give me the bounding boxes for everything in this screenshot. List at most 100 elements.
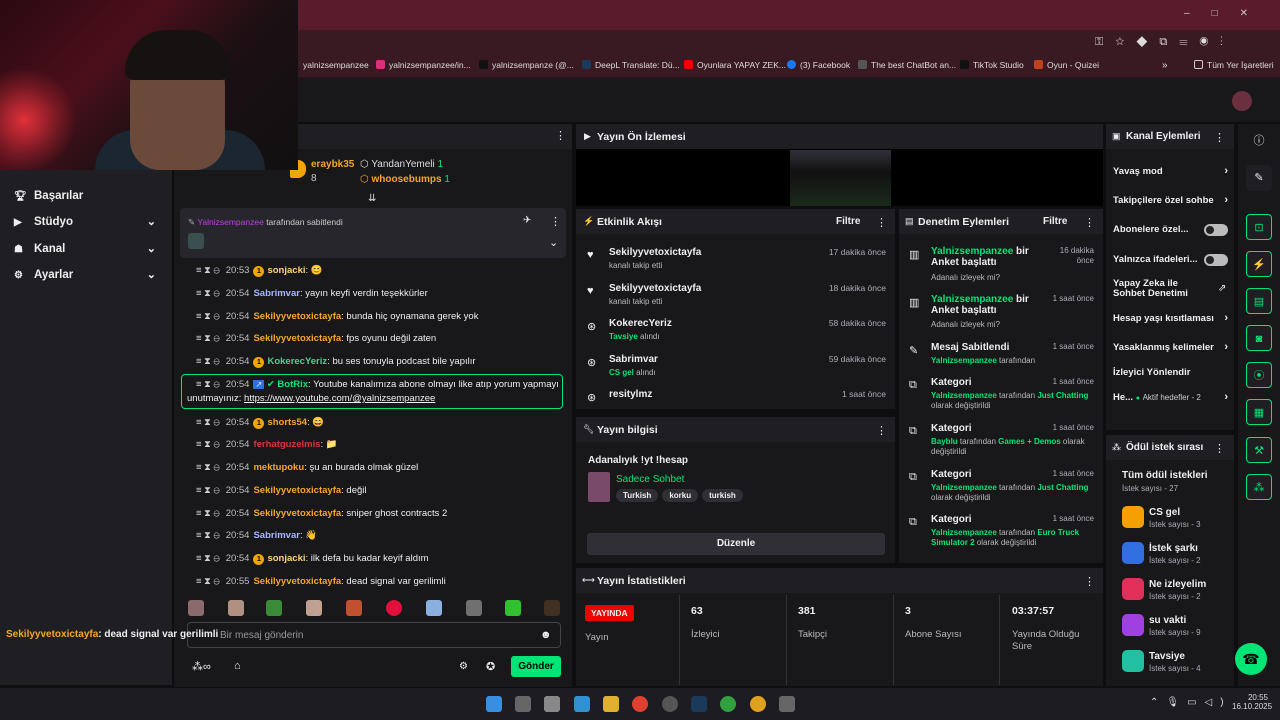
chat-message[interactable]: ≡ ⧗ ⊖ 20:54 mektupoku: şu an burada olmak … <box>192 462 562 473</box>
broadcast-icon[interactable]: ⦿ <box>1246 362 1272 388</box>
chat-message[interactable]: ≡ ⧗ ⊖ 20:54 Sekilyyvetoxictayfa: sniper gh… <box>192 508 562 519</box>
toggle[interactable] <box>1204 254 1228 266</box>
chrome-icon[interactable] <box>750 696 766 712</box>
chat-message[interactable]: ≡ ⧗ ⊖ 20:55 Sekilyyvetoxictayfa: dead sign… <box>192 576 562 587</box>
note-icon[interactable]: ▤ <box>1246 288 1272 314</box>
nav-settings[interactable]: ⚙ Ayarlar ⌄ <box>14 269 164 281</box>
chat-message[interactable]: ≡ ⧗ ⊖ 20:54 Sekilyyvetoxictayfa: değil <box>192 485 562 496</box>
windows-start-icon[interactable] <box>486 696 502 712</box>
emote-icon[interactable] <box>505 600 521 616</box>
leaderboard-user[interactable]: eraybk35 <box>311 159 354 170</box>
mod-item[interactable]: ▥ Yalnizsempanzee bir Anket başlattı Adana… <box>906 294 1098 334</box>
chat-message[interactable]: ≡ ⧗ ⊖ 20:54 ferhatguzelmis: 📁 <box>192 439 562 450</box>
tag[interactable]: turkish <box>702 489 743 502</box>
nav-achievements[interactable]: 🏆︎ Başarılar <box>14 190 164 202</box>
task-view-icon[interactable] <box>515 696 531 712</box>
emote-icon[interactable] <box>306 600 322 616</box>
chevron-down-icon[interactable]: ⌄ <box>549 236 558 249</box>
store-icon[interactable] <box>574 696 590 712</box>
gear-icon[interactable]: ⚙ <box>459 661 468 672</box>
bookmark-item[interactable]: TikTok Studio <box>960 60 1024 70</box>
pinned-message[interactable] <box>180 208 566 258</box>
bookmark-item[interactable]: Oyunlara YAPAY ZEK... <box>684 60 786 70</box>
rewards-menu-icon[interactable]: ⋮ <box>1214 442 1225 455</box>
slow-mode[interactable]: Yavaş mod › <box>1113 165 1228 177</box>
bookmark-item[interactable]: yalnizsempanze (@... <box>479 60 574 70</box>
scroll-down-icon[interactable]: ⇊ <box>368 193 376 204</box>
ai-moderation[interactable]: Yapay Zeka ile Sohbet Denetimi <box>1113 279 1201 299</box>
followers-only[interactable]: Takipçilere özel sohbe › <box>1113 195 1228 206</box>
nav-channel[interactable]: ☗ Kanal ⌄ <box>14 243 164 255</box>
nav-studio[interactable]: ▶ Stüdyo ⌄ <box>14 216 164 228</box>
emote-icon[interactable] <box>426 600 442 616</box>
window-controls[interactable]: ‒□✕ <box>1184 8 1270 19</box>
pinned-menu-icon[interactable]: ⋮ <box>550 215 561 228</box>
bookmark-item[interactable]: The best ChatBot an... <box>858 60 956 70</box>
app-icon[interactable] <box>544 696 560 712</box>
bookmark-item[interactable]: Oyun - Quizei <box>1034 60 1099 70</box>
stats-menu-icon[interactable]: ⋮ <box>1084 575 1095 588</box>
send-button[interactable]: Gönder <box>511 656 561 677</box>
chrome-icon[interactable] <box>632 696 648 712</box>
support-icon[interactable]: ☎ <box>1235 643 1267 675</box>
chat-message[interactable]: ≡ ⧗ ⊖ 20:54 1 sonjacki: ilk defa bu kadar k… <box>192 553 562 565</box>
mod-item[interactable]: ⧉ Kategori Yalnizsempanzee tarafından Euro… <box>906 514 1098 550</box>
browser-toolbar-icons[interactable]: ⚿☆◆⧉☰◉⋮ <box>1095 36 1235 49</box>
points-icon[interactable]: ⁂∞ <box>192 660 211 673</box>
clock[interactable]: 20:55 16.10.2025 <box>1232 693 1272 711</box>
chat-message[interactable]: ≡ ⧗ ⊖ 20:54 Sabrimvar: yayın keyfi verdin … <box>192 288 562 299</box>
bookmarks-overflow-icon[interactable]: » <box>1162 60 1168 71</box>
chat-message[interactable]: ≡ ⧗ ⊖ 20:53 1 sonjacki: 😊 <box>192 265 562 277</box>
activity-filter-button[interactable]: Filtre <box>836 216 860 227</box>
emote-icon[interactable] <box>386 600 402 616</box>
account-age[interactable]: Hesap yaşı kısıtlaması › <box>1113 312 1228 324</box>
chat-message[interactable]: ≡ ⧗ ⊖ 20:54 Sekilyyvetoxictayfa: fps oyunu… <box>192 333 562 344</box>
chat-menu-icon[interactable]: ⋮ <box>555 129 566 142</box>
avatar[interactable] <box>1232 91 1252 111</box>
edit-button[interactable]: Düzenle <box>587 533 885 555</box>
store-icon[interactable]: ⌂ <box>234 660 241 672</box>
emote-icon[interactable] <box>188 600 204 616</box>
bookmark-item[interactable]: (3) Facebook <box>787 60 850 70</box>
goals[interactable]: He... ● Aktif hedefler - 2 › <box>1113 391 1228 403</box>
info-menu-icon[interactable]: ⋮ <box>876 424 887 437</box>
bot-icon[interactable]: ✪ <box>486 660 495 673</box>
system-tray-icons[interactable]: ⌃🎙︎▭◁) <box>1150 697 1232 708</box>
steam-icon[interactable] <box>691 696 707 712</box>
activity-menu-icon[interactable]: ⋮ <box>876 216 887 229</box>
mod-item[interactable]: ▥ Yalnizsempanzee bir Anket başlattı Adana… <box>906 246 1098 286</box>
tag[interactable]: korku <box>662 489 699 502</box>
youtube-link[interactable]: https://www.youtube.com/@yalnizsempanzee <box>244 393 435 404</box>
preview-video[interactable] <box>790 150 891 206</box>
all-rewards[interactable]: Tüm ödül istekleri <box>1122 470 1208 481</box>
bookmark-item[interactable]: yalnizsempanzee <box>303 60 369 70</box>
wrench-icon[interactable]: ⚒ <box>1246 437 1272 463</box>
mod-filter-button[interactable]: Filtre <box>1043 216 1067 227</box>
app-icon[interactable] <box>779 696 795 712</box>
emote-only[interactable]: Yalnızca ifadeleri... <box>1113 254 1228 266</box>
mod-menu-icon[interactable]: ⋮ <box>1084 216 1095 229</box>
toggle[interactable] <box>1204 224 1228 236</box>
banned-words[interactable]: Yasaklanmış kelimeler › <box>1113 341 1228 353</box>
emoji-icon[interactable]: ☻ <box>540 629 552 641</box>
category-thumbnail[interactable] <box>588 472 610 502</box>
chat-message[interactable]: ≡ ⧗ ⊖ 20:54 1 shorts54: 😄 <box>192 417 562 429</box>
bookmark-item[interactable]: DeepL Translate: Dü... <box>582 60 680 70</box>
mod-item[interactable]: ⧉ Kategori Yalnizsempanzee tarafından Just… <box>906 377 1098 413</box>
all-bookmarks[interactable]: Tüm Yer İşaretleri <box>1194 60 1274 70</box>
unpin-icon[interactable]: ✈ <box>523 215 531 226</box>
lightning-icon[interactable]: ⚡ <box>1246 251 1272 277</box>
chat-message[interactable]: ≡ ⧗ ⊖ 20:54 Sabrimvar: 👋 <box>192 530 562 541</box>
chat-message[interactable]: ≡ ⧗ ⊖ 20:54 1 KokerecYeriz: bu ses tonuyla … <box>192 356 562 368</box>
emote-icon[interactable] <box>228 600 244 616</box>
chat-message[interactable]: ≡ ⧗ ⊖ 20:54 Sekilyyvetoxictayfa: bunda hiç… <box>192 311 562 322</box>
channel-menu-icon[interactable]: ⋮ <box>1214 131 1225 144</box>
points-icon[interactable]: ⁂ <box>1246 474 1272 500</box>
tag[interactable]: Turkish <box>616 489 659 502</box>
layout-icon[interactable]: ▦ <box>1246 399 1272 425</box>
emote-icon[interactable] <box>346 600 362 616</box>
emote-icon[interactable] <box>466 600 482 616</box>
category-link[interactable]: Sadece Sohbet <box>616 474 684 485</box>
emote-icon[interactable] <box>544 600 560 616</box>
folder-icon[interactable] <box>603 696 619 712</box>
